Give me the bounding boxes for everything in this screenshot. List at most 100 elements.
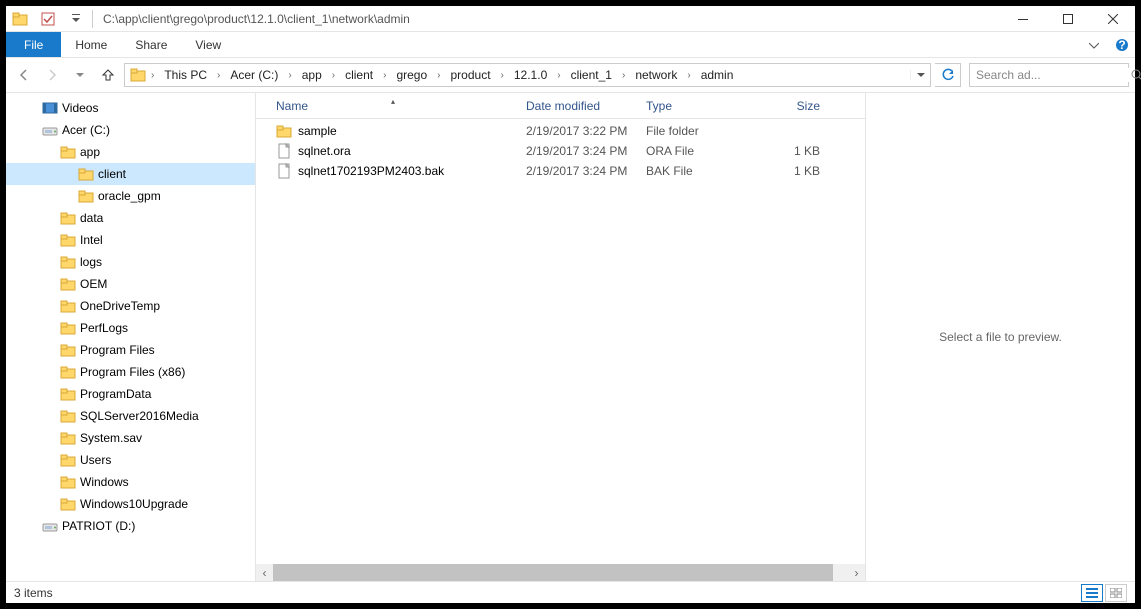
tree-node[interactable]: oracle_gpm	[6, 185, 255, 207]
qat-dropdown-icon[interactable]	[66, 9, 86, 29]
tree-node[interactable]: OEM	[6, 273, 255, 295]
breadcrumb-segment[interactable]: client_1	[565, 64, 618, 86]
column-name[interactable]: ▴Name	[268, 99, 518, 113]
window-title: C:\app\client\grego\product\12.1.0\clien…	[103, 12, 410, 26]
close-button[interactable]	[1090, 6, 1135, 32]
content-area: VideosAcer (C:)appclientoracle_gpmdata In…	[6, 92, 1135, 581]
chevron-right-icon[interactable]: ›	[213, 70, 224, 81]
chevron-right-icon[interactable]: ›	[328, 70, 339, 81]
address-bar[interactable]: › This PC›Acer (C:)›app›client›grego›pro…	[124, 63, 931, 87]
breadcrumb-segment[interactable]: app	[296, 64, 328, 86]
tree-node[interactable]: Users	[6, 449, 255, 471]
folder-icon	[60, 254, 76, 270]
file-type: BAK File	[638, 164, 758, 178]
breadcrumb-segment[interactable]: 12.1.0	[508, 64, 553, 86]
minimize-button[interactable]	[1000, 6, 1045, 32]
file-icon	[276, 143, 292, 159]
breadcrumb-segment[interactable]: This PC	[158, 64, 213, 86]
tree-node-label: Program Files (x86)	[80, 365, 185, 379]
back-button[interactable]	[12, 63, 36, 87]
tree-node[interactable]: data	[6, 207, 255, 229]
tab-file[interactable]: File	[6, 32, 61, 57]
recent-dropdown-icon[interactable]	[68, 63, 92, 87]
forward-button[interactable]	[40, 63, 64, 87]
tree-node[interactable]: SQLServer2016Media	[6, 405, 255, 427]
chevron-right-icon[interactable]: ›	[147, 70, 158, 81]
explorer-window: C:\app\client\grego\product\12.1.0\clien…	[0, 0, 1141, 609]
separator	[92, 10, 93, 28]
tree-node[interactable]: Windows	[6, 471, 255, 493]
file-name: sqlnet.ora	[298, 144, 351, 158]
file-row[interactable]: sqlnet.ora2/19/2017 3:24 PMORA File1 KB	[256, 141, 865, 161]
folder-icon	[60, 386, 76, 402]
file-row[interactable]: sample2/19/2017 3:22 PMFile folder	[256, 121, 865, 141]
details-view-button[interactable]	[1081, 584, 1103, 602]
breadcrumb-segment[interactable]: network	[629, 64, 683, 86]
tree-node[interactable]: logs	[6, 251, 255, 273]
tree-node-label: data	[80, 211, 103, 225]
tree-node[interactable]: System.sav	[6, 427, 255, 449]
tree-node[interactable]: PATRIOT (D:)	[6, 515, 255, 537]
file-icon	[276, 163, 292, 179]
svg-text:?: ?	[1118, 38, 1125, 52]
column-size[interactable]: Size	[758, 99, 828, 113]
tree-node[interactable]: Windows10Upgrade	[6, 493, 255, 515]
scroll-left-icon[interactable]: ‹	[256, 564, 273, 581]
file-type: ORA File	[638, 144, 758, 158]
address-dropdown-icon[interactable]	[910, 70, 930, 80]
breadcrumb-segment[interactable]: admin	[695, 64, 740, 86]
refresh-button[interactable]	[935, 63, 961, 87]
file-row[interactable]: sqlnet1702193PM2403.bak2/19/2017 3:24 PM…	[256, 161, 865, 181]
breadcrumb-segment[interactable]: Acer (C:)	[224, 64, 284, 86]
tree-node[interactable]: app	[6, 141, 255, 163]
search-box[interactable]	[969, 63, 1129, 87]
chevron-right-icon[interactable]: ›	[284, 70, 295, 81]
chevron-right-icon[interactable]: ›	[379, 70, 390, 81]
tree-node-label: Program Files	[80, 343, 155, 357]
column-date[interactable]: Date modified	[518, 99, 638, 113]
scrollbar-thumb[interactable]	[273, 564, 833, 581]
tree-node[interactable]: Videos	[6, 97, 255, 119]
thumbnails-view-button[interactable]	[1105, 584, 1127, 602]
tree-node[interactable]: PerfLogs	[6, 317, 255, 339]
navigation-tree[interactable]: VideosAcer (C:)appclientoracle_gpmdata In…	[6, 93, 256, 581]
properties-icon[interactable]	[38, 9, 58, 29]
up-button[interactable]	[96, 63, 120, 87]
folder-icon	[60, 298, 76, 314]
tree-node[interactable]: ProgramData	[6, 383, 255, 405]
tree-node[interactable]: Program Files	[6, 339, 255, 361]
chevron-right-icon[interactable]: ›	[683, 70, 694, 81]
folder-icon	[60, 364, 76, 380]
tree-node-label: Intel	[80, 233, 103, 247]
file-rows[interactable]: sample2/19/2017 3:22 PMFile foldersqlnet…	[256, 119, 865, 564]
chevron-right-icon[interactable]: ›	[553, 70, 564, 81]
tree-node-label: ProgramData	[80, 387, 151, 401]
scroll-right-icon[interactable]: ›	[848, 564, 865, 581]
tab-share[interactable]: Share	[121, 32, 181, 57]
breadcrumb-segment[interactable]: product	[445, 64, 497, 86]
preview-placeholder: Select a file to preview.	[939, 330, 1062, 344]
file-type: File folder	[638, 124, 758, 138]
tree-node[interactable]: Intel	[6, 229, 255, 251]
folder-icon	[60, 452, 76, 468]
tab-view[interactable]: View	[181, 32, 235, 57]
chevron-right-icon[interactable]: ›	[433, 70, 444, 81]
tree-node[interactable]: Acer (C:)	[6, 119, 255, 141]
column-type[interactable]: Type	[638, 99, 758, 113]
horizontal-scrollbar[interactable]: ‹ ›	[256, 564, 865, 581]
tree-node[interactable]: client	[6, 163, 255, 185]
breadcrumb-segment[interactable]: client	[339, 64, 379, 86]
chevron-right-icon[interactable]: ›	[497, 70, 508, 81]
tree-node[interactable]: Program Files (x86)	[6, 361, 255, 383]
breadcrumb-segment[interactable]: grego	[390, 64, 433, 86]
search-input[interactable]	[976, 68, 1131, 82]
folder-icon	[276, 123, 292, 139]
tree-node[interactable]: OneDriveTemp	[6, 295, 255, 317]
tab-home[interactable]: Home	[61, 32, 121, 57]
file-date: 2/19/2017 3:24 PM	[518, 164, 638, 178]
search-icon	[1131, 69, 1141, 81]
maximize-button[interactable]	[1045, 6, 1090, 32]
help-icon[interactable]: ?	[1109, 32, 1135, 57]
ribbon-expand-icon[interactable]	[1079, 32, 1109, 57]
chevron-right-icon[interactable]: ›	[618, 70, 629, 81]
